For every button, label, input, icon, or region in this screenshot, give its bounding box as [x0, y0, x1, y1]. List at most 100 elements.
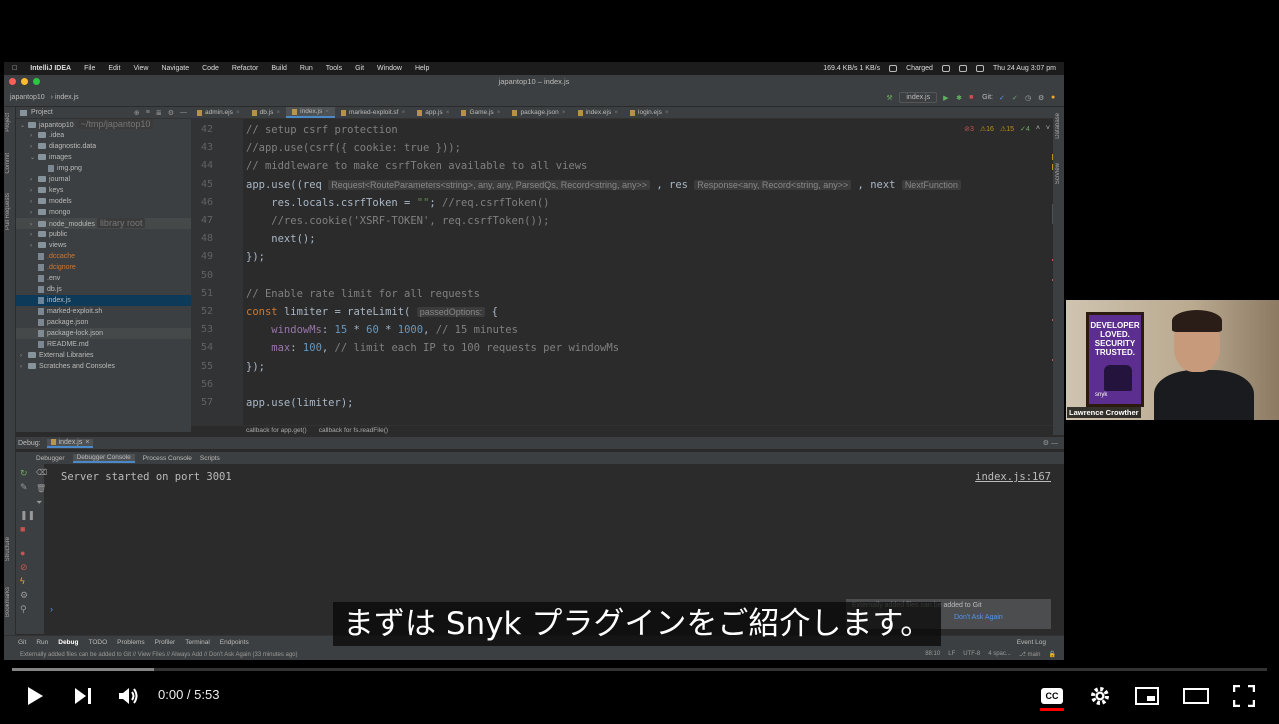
build-icon[interactable]: ⚒ [886, 94, 893, 102]
close-icon[interactable]: × [236, 109, 240, 116]
menu-tools[interactable]: Tools [326, 65, 342, 72]
breakpoints-icon[interactable]: ● [20, 548, 25, 558]
tree-file[interactable]: img.png [16, 163, 191, 174]
editor-tab[interactable]: db.js × [246, 107, 287, 118]
close-icon[interactable]: × [497, 109, 501, 116]
tool-button-todo[interactable]: TODO [88, 639, 107, 646]
inspection-widget[interactable]: ⊘3 ⚠16 ⚠15 ✓4 ˄ ˅ [964, 125, 1050, 133]
code-line[interactable]: next(); [246, 233, 315, 245]
tree-file[interactable]: package-lock.json [16, 328, 191, 339]
editor-tab[interactable]: index.ejs × [572, 107, 624, 118]
tree-folder[interactable]: › public [16, 229, 191, 240]
code-line[interactable]: //res.cookie('XSRF-TOKEN', req.csrfToken… [246, 215, 549, 227]
tool-button-profiler[interactable]: Profiler [155, 639, 176, 646]
run-config-select[interactable]: index.js [899, 92, 938, 103]
close-icon[interactable]: × [614, 109, 618, 116]
code-line[interactable]: const limiter = rateLimit( passedOptions… [246, 306, 498, 318]
tree-file[interactable]: .dcignore [16, 262, 191, 273]
tool-button-endpoints[interactable]: Endpoints [220, 639, 249, 646]
bookmarks-tool-button[interactable]: Bookmarks [5, 587, 11, 617]
next-button[interactable] [68, 676, 98, 716]
tree-folder[interactable]: › views [16, 240, 191, 251]
apple-icon[interactable]:  [12, 65, 17, 72]
project-tool-button[interactable]: Project [5, 113, 11, 132]
git-update-icon[interactable]: ✓ [999, 94, 1006, 102]
close-icon[interactable]: × [402, 109, 406, 116]
caret-position[interactable]: 88:10 [925, 651, 940, 658]
stop-icon[interactable]: ■ [20, 524, 25, 534]
commit-tool-button[interactable]: Commit [5, 153, 11, 174]
menu-run[interactable]: Run [300, 65, 313, 72]
close-icon[interactable]: × [276, 109, 280, 116]
code-line[interactable]: }); [246, 251, 265, 263]
menu-edit[interactable]: Edit [108, 65, 120, 72]
structure-tool-button[interactable]: Structure [5, 537, 11, 561]
code-line[interactable]: // setup csrf protection [246, 124, 398, 136]
locate-icon[interactable]: ⊕ [134, 109, 140, 117]
editor-tab[interactable]: Game.js × [455, 107, 506, 118]
project-panel-title[interactable]: Project [31, 109, 53, 116]
menu-help[interactable]: Help [415, 65, 429, 72]
tree-root[interactable]: ⌄ japantop10 ~/tmp/japantop10 [16, 119, 191, 130]
progress-bar[interactable] [12, 668, 1267, 671]
menu-file[interactable]: File [84, 65, 95, 72]
expand-all-icon[interactable]: ≡ [146, 109, 150, 117]
filter-icon[interactable]: ⏷ [36, 498, 42, 508]
code-line[interactable]: //app.use(csrf({ cookie: true })); [246, 142, 461, 154]
play-button[interactable] [20, 676, 50, 716]
nav-file[interactable]: › index.js [51, 94, 79, 101]
tree-folder[interactable]: ⌄ images [16, 152, 191, 163]
zoom-window-button[interactable] [33, 78, 40, 85]
breadcrumb-item[interactable]: callback for app.get() [246, 427, 307, 434]
tree-file[interactable]: marked-exploit.sh [16, 306, 191, 317]
menu-refactor[interactable]: Refactor [232, 65, 258, 72]
editor-tab[interactable]: login.ejs × [624, 107, 675, 118]
wifi-icon[interactable] [941, 65, 950, 72]
miniplayer-button[interactable] [1133, 676, 1161, 716]
close-icon[interactable]: × [665, 109, 669, 116]
tree-folder[interactable]: › diagnostic.data [16, 141, 191, 152]
status-message[interactable]: Externally added files can be added to G… [20, 652, 298, 658]
pause-icon[interactable]: ❚❚ [20, 510, 35, 521]
code-line[interactable]: app.use((req Request<RouteParameters<str… [246, 179, 961, 191]
chevron-up-icon[interactable]: ˄ [1036, 125, 1040, 133]
hide-icon[interactable]: — [180, 109, 187, 117]
chevron-right-icon[interactable]: › [20, 362, 28, 373]
tree-folder[interactable]: › keys [16, 185, 191, 196]
tool-button-problems[interactable]: Problems [117, 639, 144, 646]
code-line[interactable]: app.use(limiter); [246, 397, 353, 409]
tool-button-git[interactable]: Git [18, 639, 26, 646]
tree-folder[interactable]: › journal [16, 174, 191, 185]
mute-button[interactable] [114, 676, 144, 716]
settings-icon[interactable]: ⚙ [1038, 94, 1045, 102]
debug-tab-debugger-console[interactable]: Debugger Console [72, 453, 135, 463]
settings-icon[interactable]: ⚙ [20, 590, 28, 601]
mute-breakpoints-icon[interactable]: ⊘ [20, 562, 28, 573]
tree-file[interactable]: package.json [16, 317, 191, 328]
tool-button-run[interactable]: Run [36, 639, 48, 646]
tree-folder[interactable]: › .idea [16, 130, 191, 141]
stop-icon[interactable]: ■ [969, 94, 976, 101]
fullscreen-button[interactable] [1229, 676, 1259, 716]
code-line[interactable]: // Enable rate limit for all requests [246, 288, 480, 300]
tree-file[interactable]: index.js [16, 295, 191, 306]
menu-navigate[interactable]: Navigate [161, 65, 189, 72]
tree-folder[interactable]: › node_modules library root [16, 218, 191, 229]
debug-tab-process-console[interactable]: Process Console [143, 455, 192, 462]
tree-file[interactable]: README.md [16, 339, 191, 350]
console-clear-icon[interactable]: ⌫ [36, 468, 47, 477]
tree-file[interactable]: db.js [16, 284, 191, 295]
menu-build[interactable]: Build [271, 65, 287, 72]
debug-tab-scripts[interactable]: Scripts [200, 455, 220, 462]
updates-icon[interactable]: ● [1051, 94, 1058, 101]
line-separator[interactable]: LF [948, 651, 955, 658]
minimize-window-button[interactable] [21, 78, 28, 85]
debug-icon[interactable]: ✱ [956, 94, 963, 102]
menu-window[interactable]: Window [377, 65, 402, 72]
tree-folder[interactable]: › External Libraries [16, 350, 191, 361]
code-editor[interactable]: 42 43 44 45 46 47 48 49 50 51 52 53 54 55 56 57 // setu… [191, 119, 1064, 425]
pin-icon[interactable]: ⚲ [20, 604, 27, 615]
nav-project[interactable]: japantop10 [10, 94, 45, 101]
search-icon[interactable] [958, 65, 967, 72]
editor-tab[interactable]: app.js × [411, 107, 455, 118]
